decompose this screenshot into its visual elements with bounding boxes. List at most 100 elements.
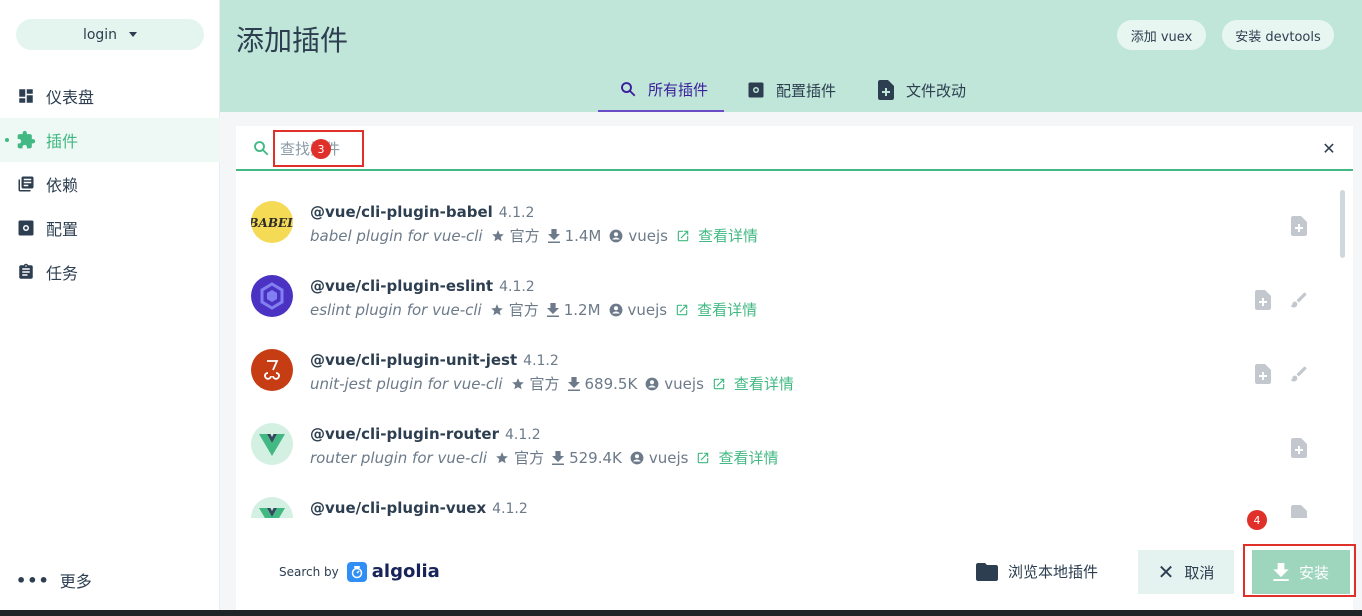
sidebar-item-dependencies[interactable]: 依赖 [0,162,220,206]
sidebar-item-dashboard[interactable]: 仪表盘 [0,74,220,118]
annotation-box-install [1243,544,1356,597]
tab-all-plugins[interactable]: 所有插件 [598,68,725,112]
add-vuex-button[interactable]: 添加 vuex [1117,20,1206,50]
footer-bar: Search by algolia 浏览本地插件 ✕ 取消 安装 [236,537,1353,607]
plugin-name: @vue/cli-plugin-router 4.1.2 [310,425,541,443]
author: vuejs [609,300,668,319]
babel-logo: BABEL [251,201,293,243]
file-diff-icon [876,80,896,100]
tab-config-plugins[interactable]: 配置插件 [746,68,836,112]
search-by-label: Search by [279,564,339,579]
taskbar-strip [0,610,1362,616]
author: vuejs [630,449,688,467]
annotation-badge-3: 3 [311,139,331,159]
official-label: 官方 [529,375,560,393]
plugin-version: 4.1.2 [492,501,528,517]
account-icon [630,451,644,464]
list-item[interactable]: @vue/cli-plugin-unit-jest 4.1.2 unit-jest… [236,336,1336,410]
plugin-version: 4.1.2 [523,353,559,369]
account-icon [609,229,623,242]
official-badge: 官方 [511,373,560,394]
account-icon [609,303,622,316]
plugin-meta: eslint plugin for vue-cli 官方 1.2M vuejs … [310,299,757,320]
plugin-name-text: @vue/cli-plugin-eslint [310,277,494,295]
download-icon [552,450,565,465]
official-badge: 官方 [490,299,539,320]
brush-icon[interactable] [1288,289,1310,311]
eslint-logo [251,275,293,317]
plugin-name: @vue/cli-plugin-eslint 4.1.2 [310,277,535,295]
active-indicator [5,138,9,142]
download-icon [546,302,559,317]
author: vuejs [645,375,704,393]
project-select[interactable]: login [16,19,204,50]
sidebar-nav: 仪表盘 插件 依赖 配置 任务 [0,74,220,294]
search-bar: ✕ [236,126,1353,171]
plugin-name: @vue/cli-plugin-unit-jest 4.1.2 [310,351,559,369]
sidebar-item-tasks[interactable]: 任务 [0,250,220,294]
plugin-meta: babel plugin for vue-cli 官方 1.4M vuejs 查… [310,225,758,246]
caret-down-icon [129,32,138,37]
downloads: 529.4K [552,449,622,467]
tab-bar: 所有插件 配置插件 文件改动 [220,68,1362,112]
install-devtools-button[interactable]: 安装 devtools [1222,20,1334,50]
tab-file-changes[interactable]: 文件改动 [876,68,966,112]
settings-icon [746,80,766,100]
details-label: 查看详情 [697,227,758,245]
file-add-icon[interactable] [1252,363,1274,385]
tab-label: 所有插件 [648,80,709,99]
downloads: 1.2M [546,300,601,319]
plugin-description: eslint plugin for vue-cli [310,300,482,319]
sidebar-item-config[interactable]: 配置 [0,206,220,250]
list-item[interactable]: @vue/cli-plugin-router 4.1.2 router plugi… [236,410,1336,484]
algolia-wordmark: algolia [371,561,440,582]
browse-local-plugin-button[interactable]: 浏览本地插件 [976,561,1098,582]
list-item[interactable]: @vue/cli-plugin-vuex 4.1.2 [236,484,1336,518]
open-in-new-icon [677,230,689,241]
file-add-icon[interactable] [1288,504,1310,518]
browse-local-label: 浏览本地插件 [1008,563,1099,581]
list-item[interactable]: BABEL @vue/cli-plugin-babel 4.1.2 babel p… [236,188,1336,262]
official-label: 官方 [508,301,539,319]
file-add-icon[interactable] [1252,289,1274,311]
sidebar-item-plugins[interactable]: 插件 [0,118,220,162]
scrollbar[interactable] [1340,190,1345,258]
jest-logo [251,349,293,391]
file-add-icon[interactable] [1288,215,1310,237]
algolia-mark-icon [346,561,367,582]
plugin-name-text: @vue/cli-plugin-unit-jest [310,351,518,369]
more-dots-icon: ••• [16,570,50,590]
details-link[interactable]: 查看详情 [696,447,778,468]
author-name: vuejs [627,300,668,319]
author-name: vuejs [628,226,668,245]
plugin-meta: router plugin for vue-cli 官方 529.4K vuej… [310,447,778,468]
account-icon [645,377,659,390]
author: vuejs [609,227,668,245]
folder-icon [976,562,998,581]
download-icon [547,228,560,243]
close-icon[interactable]: ✕ [1319,138,1339,158]
plugin-version: 4.1.2 [498,205,535,221]
file-add-icon[interactable] [1288,437,1310,459]
cancel-button[interactable]: ✕ 取消 [1138,550,1234,594]
open-in-new-icon [698,452,709,463]
details-link[interactable]: 查看详情 [676,225,758,246]
sidebar-item-label: 任务 [46,264,79,283]
list-item[interactable]: @vue/cli-plugin-eslint 4.1.2 eslint plugi… [236,262,1336,336]
details-link[interactable]: 查看详情 [712,373,794,394]
details-link[interactable]: 查看详情 [675,299,757,320]
downloads-count: 1.4M [564,226,602,245]
more-button[interactable]: ••• 更多 [16,568,92,592]
brush-icon[interactable] [1288,363,1310,385]
algolia-attribution[interactable]: Search by algolia [279,561,440,582]
clipboard-icon [16,262,36,282]
search-icon [252,139,270,157]
plugin-name-text: @vue/cli-plugin-babel [310,203,493,221]
close-icon: ✕ [1157,560,1175,584]
plugin-name-text: @vue/cli-plugin-vuex [310,499,487,517]
downloads-count: 1.2M [563,300,601,319]
star-icon [491,229,504,241]
plugin-version: 4.1.2 [499,279,535,295]
sidebar-item-label: 仪表盘 [46,88,95,107]
details-label: 查看详情 [718,449,779,467]
